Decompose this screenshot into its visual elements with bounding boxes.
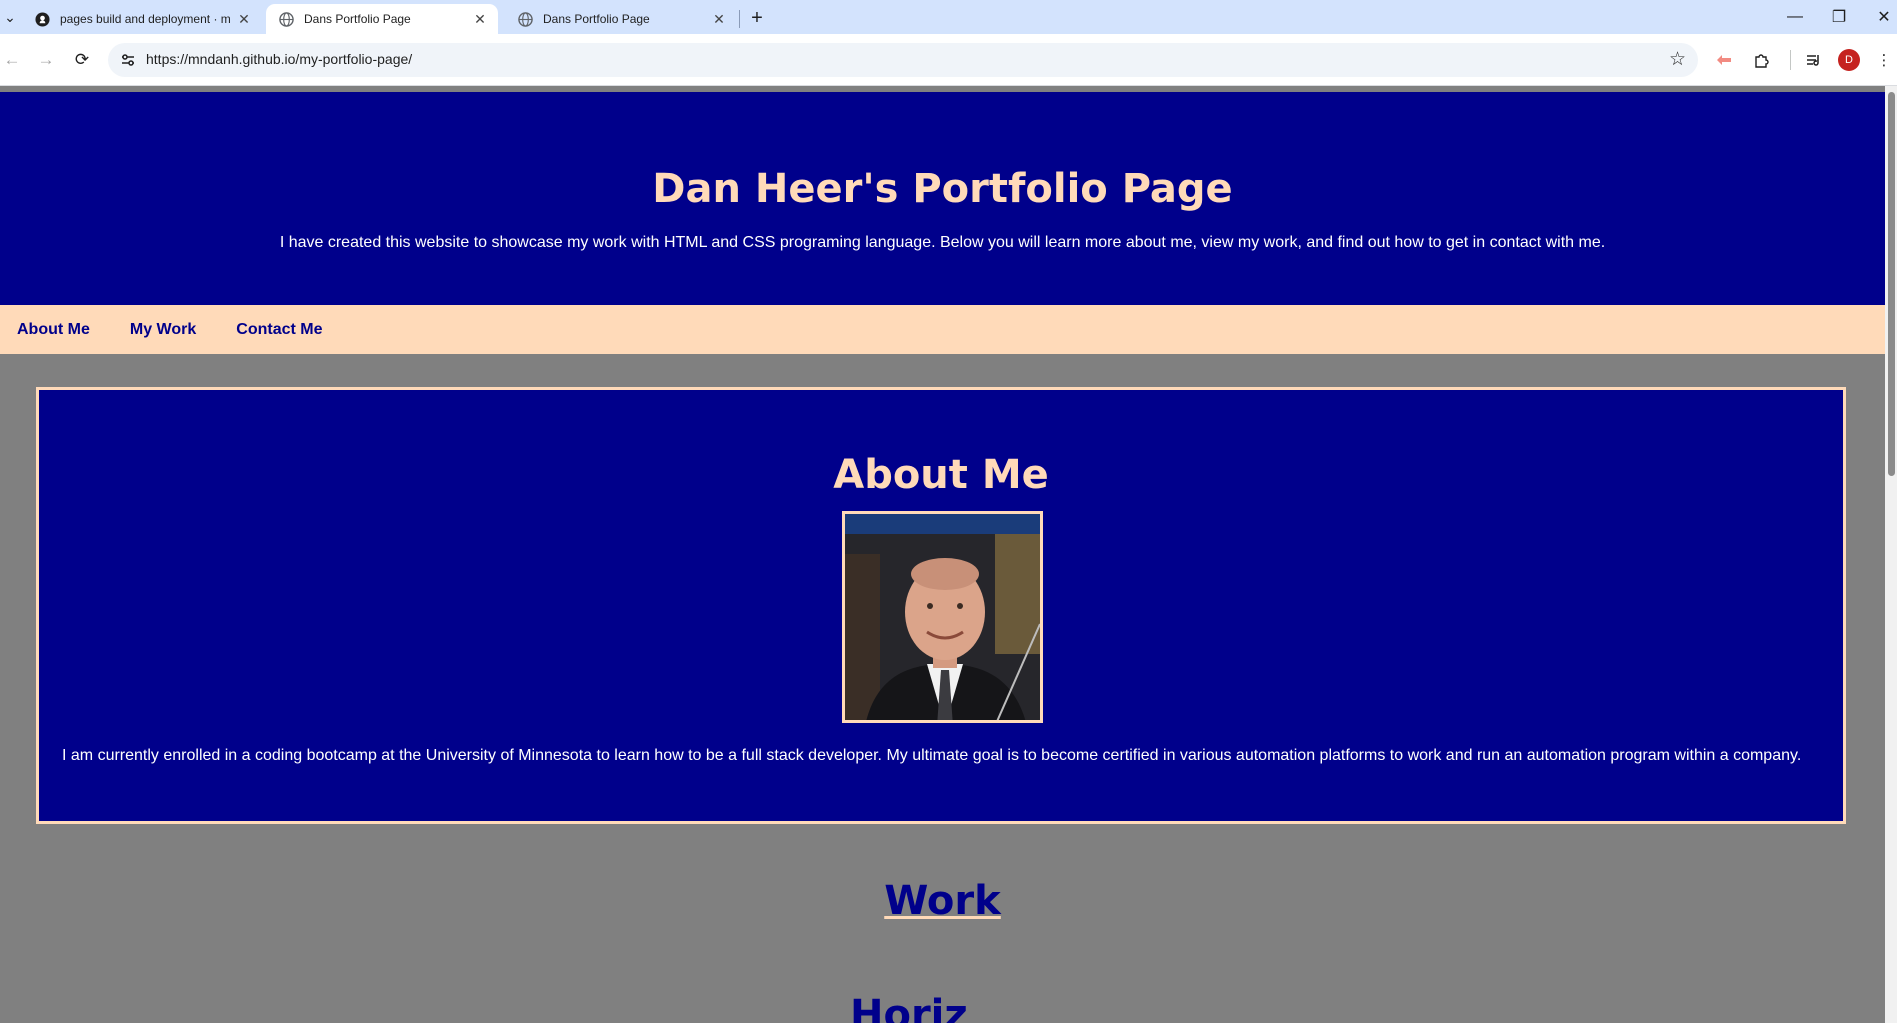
github-icon [34,11,50,27]
site-nav: About Me My Work Contact Me [0,305,1885,354]
nav-link-contact-me[interactable]: Contact Me [236,321,322,339]
toolbar-divider [1790,50,1791,70]
url-text: https://mndanh.github.io/my-portfolio-pa… [146,51,413,67]
new-tab-plus-icon[interactable]: + [743,5,771,31]
tab-title: Dans Portfolio Page [304,12,411,26]
close-icon[interactable]: ✕ [472,11,488,28]
site-settings-icon[interactable] [118,50,138,70]
page-subtitle: I have created this website to showcase … [279,234,1606,251]
kebab-menu-icon[interactable]: ⋮ [1876,48,1892,72]
globe-icon [278,11,294,27]
tab-divider [739,10,740,28]
about-body: I am currently enrolled in a coding boot… [62,747,1802,764]
minimize-icon[interactable]: — [1772,0,1818,34]
site-header: Dan Heer's Portfolio Page I have created… [0,92,1885,305]
tab-github-actions[interactable]: pages build and deployment · m ✕ [22,4,262,34]
tab-portfolio[interactable]: Dans Portfolio Page ✕ [505,4,737,34]
bookmark-star-icon[interactable]: ☆ [1669,48,1686,71]
tab-search-chevron-icon[interactable]: ⌄ [0,4,20,30]
restore-icon[interactable]: ❐ [1816,0,1862,34]
page-title: Dan Heer's Portfolio Page [652,166,1233,212]
tab-title: Dans Portfolio Page [543,12,650,26]
window-close-icon[interactable]: ✕ [1861,0,1897,34]
media-controls-icon[interactable] [1802,48,1826,72]
page-scrollbar[interactable] [1885,86,1897,1023]
tab-portfolio-active[interactable]: Dans Portfolio Page ✕ [266,4,498,34]
profile-photo [842,511,1043,723]
page-viewport: Dan Heer's Portfolio Page I have created… [0,86,1897,1023]
next-section-heading-partial: Horiz [850,992,968,1023]
close-icon[interactable]: ✕ [711,11,727,28]
address-bar[interactable]: https://mndanh.github.io/my-portfolio-pa… [108,43,1698,77]
close-icon[interactable]: ✕ [236,11,252,28]
globe-icon [517,11,533,27]
nav-link-my-work[interactable]: My Work [130,321,196,339]
tab-strip: ⌄ pages build and deployment · m ✕ Dans … [0,0,1897,34]
profile-avatar[interactable]: D [1838,49,1860,71]
tab-title: pages build and deployment · m [60,12,231,26]
work-heading[interactable]: Work [0,878,1885,924]
extensions-puzzle-icon[interactable] [1750,48,1774,72]
scrollbar-thumb[interactable] [1888,92,1895,476]
nav-link-about-me[interactable]: About Me [17,321,90,339]
forward-arrow-icon[interactable]: → [34,48,58,72]
browser-toolbar: ← → ⟳ https://mndanh.github.io/my-portfo… [0,34,1897,86]
about-section: About Me I am currently enrolled in a co… [36,387,1846,824]
back-arrow-icon[interactable]: ← [0,48,24,72]
about-heading: About Me [833,452,1049,498]
reload-icon[interactable]: ⟳ [70,48,94,72]
extension-icon-red[interactable] [1712,48,1736,72]
